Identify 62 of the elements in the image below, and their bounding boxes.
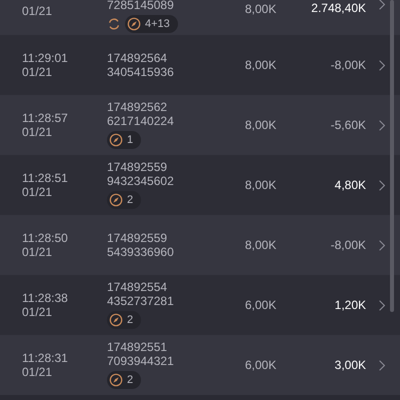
id-text: 174892559 bbox=[107, 161, 168, 174]
result-text: 2.748,40K bbox=[311, 2, 366, 15]
chevron-right-icon bbox=[378, 118, 386, 132]
amount-text: 6,00K bbox=[245, 358, 276, 372]
time-text: 11:28:31 bbox=[22, 352, 69, 364]
compass-icon bbox=[109, 133, 123, 147]
amount-text: 8,00K bbox=[245, 238, 276, 252]
result-text: -8,00K bbox=[330, 58, 366, 72]
chevron-right-icon bbox=[378, 358, 386, 372]
result-text: -8,00K bbox=[330, 238, 366, 252]
result-text: 3,00K bbox=[334, 358, 366, 372]
count-badge: 2 bbox=[107, 311, 142, 329]
result-text: 1,20K bbox=[334, 298, 366, 312]
time-text: 11:28:38 bbox=[22, 292, 69, 304]
id-text: 174892551 bbox=[107, 341, 168, 354]
list-row[interactable]: 01/21 7285145089 4+13 8,00K 2.748,40K bbox=[0, 0, 400, 35]
chevron-right-icon bbox=[378, 58, 386, 72]
time-text: 11:29:01 bbox=[22, 52, 69, 64]
time-text: 11:28:50 bbox=[22, 232, 69, 244]
id-text: 9432345602 bbox=[107, 175, 175, 188]
chevron-right-icon bbox=[378, 178, 386, 192]
time-text: 11:28:57 bbox=[22, 112, 69, 124]
result-text: 4,80K bbox=[334, 178, 366, 192]
date-text: 01/21 bbox=[22, 246, 54, 258]
id-text: 5439336960 bbox=[107, 246, 175, 258]
date-text: 01/21 bbox=[22, 126, 54, 138]
amount-text: 8,00K bbox=[245, 2, 276, 16]
result-text: -5,60K bbox=[330, 118, 366, 132]
amount-text: 6,00K bbox=[245, 298, 276, 312]
count-badge: 1 bbox=[107, 131, 142, 149]
id-text: 6217140224 bbox=[107, 115, 175, 128]
date-text: 01/21 bbox=[22, 5, 54, 18]
chevron-right-icon bbox=[378, 238, 386, 252]
date-text: 01/21 bbox=[22, 306, 54, 318]
count-badge: 2 bbox=[107, 191, 142, 209]
compass-icon bbox=[109, 193, 123, 207]
chevron-right-icon bbox=[378, 298, 386, 312]
id-text: 174892559 bbox=[107, 232, 168, 244]
amount-text: 8,00K bbox=[245, 178, 276, 192]
id-text: 3405415936 bbox=[107, 66, 175, 78]
list-row[interactable]: 11:28:31 01/21 174892551 7093944321 2 6,00K 3,00K bbox=[0, 335, 400, 395]
id-text: 174892564 bbox=[107, 52, 168, 64]
id-text: 4352737281 bbox=[107, 295, 175, 308]
date-text: 01/21 bbox=[22, 66, 54, 78]
date-text: 01/21 bbox=[22, 366, 54, 378]
count-badge: 2 bbox=[107, 371, 142, 389]
count-badge: 4+13 bbox=[125, 15, 178, 33]
id-text: 174892562 bbox=[107, 101, 168, 114]
id-text: 7093944321 bbox=[107, 355, 175, 368]
compass-icon bbox=[127, 17, 141, 31]
chevron-right-icon bbox=[378, 0, 386, 11]
time-text: 11:28:51 bbox=[22, 172, 69, 184]
compass-icon bbox=[109, 313, 123, 327]
compass-icon bbox=[109, 373, 123, 387]
list-row[interactable]: 11:28:57 01/21 174892562 6217140224 1 8,00K -5,60K bbox=[0, 95, 400, 155]
list-row[interactable]: 11:28:50 01/21 174892559 5439336960 8,00K -8,00K bbox=[0, 215, 400, 275]
id-text: 174892554 bbox=[107, 281, 168, 294]
amount-text: 8,00K bbox=[245, 58, 276, 72]
id-text: 7285145089 bbox=[107, 0, 175, 12]
scrollbar-thumb[interactable] bbox=[390, 0, 394, 312]
date-text: 01/21 bbox=[22, 186, 54, 198]
amount-text: 8,00K bbox=[245, 118, 276, 132]
